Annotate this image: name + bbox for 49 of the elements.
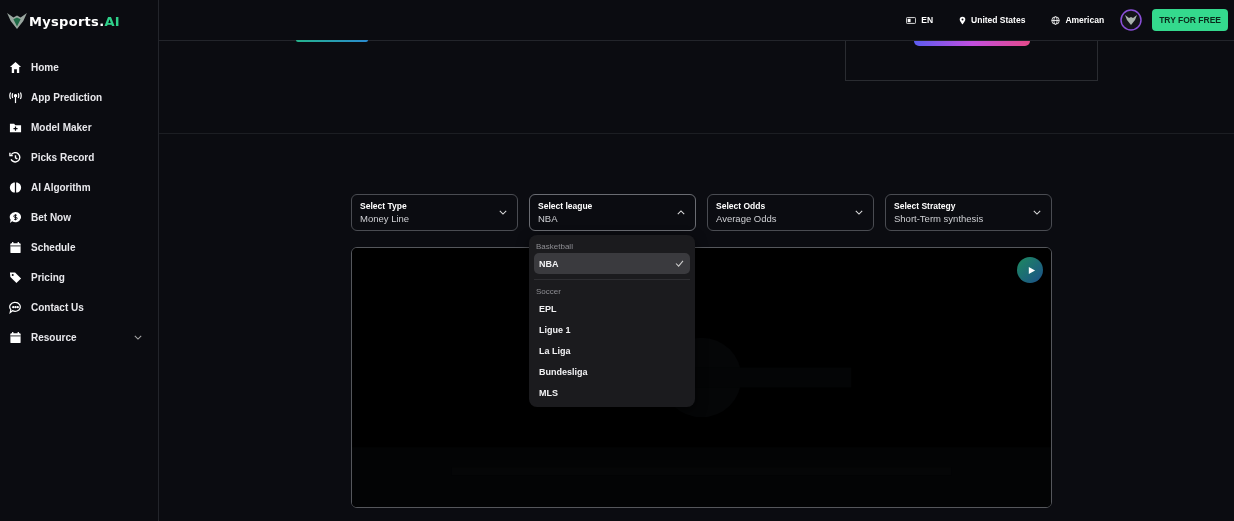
sidebar-item[interactable]: Home [0,52,158,82]
try-for-free-button[interactable]: TRY FOR FREE [1152,9,1228,31]
chevron-up-icon [677,210,685,215]
language-icon [906,16,917,24]
calendar-icon [9,330,22,344]
sidebar-item[interactable]: AI Algorithm [0,172,158,202]
sidebar-item[interactable]: Schedule [0,232,158,262]
region-selector[interactable]: United States [959,15,1026,25]
dropdown-option[interactable]: Bundesliga [534,361,690,382]
sidebar-item[interactable]: Resource [0,322,158,352]
dropdown-option[interactable]: La Liga [534,340,690,361]
sidebar-item[interactable]: Contact Us [0,292,158,322]
sidebar-item[interactable]: App Prediction [0,82,158,112]
history-icon [9,150,22,164]
chevron-down-icon [1033,210,1041,215]
dropdown-option[interactable]: EPL [534,298,690,319]
select-field[interactable]: Select Strategy Short-Term synthesis [885,194,1052,231]
tag-icon [9,270,22,284]
odds-format-selector[interactable]: American [1051,15,1105,25]
chat-dollar-icon [9,210,22,224]
tab-underline [296,40,368,42]
play-icon [1026,265,1036,275]
globe-icon [1051,15,1061,25]
group-heading: Basketball [535,241,574,253]
sidebar-item[interactable]: Model Maker [0,112,158,142]
select-field[interactable]: Select Type Money Line [351,194,518,231]
gradient-button[interactable] [913,41,1030,46]
logo-icon [6,12,28,30]
chevron-down-icon [855,210,863,215]
dropdown-option[interactable]: Ligue 1 [534,319,690,340]
chat-icon [9,300,22,314]
brand-name[interactable]: Mysports.AI [29,13,120,29]
sidebar-item[interactable]: Pricing [0,262,158,292]
sidebar-item[interactable]: Picks Record [0,142,158,172]
calendar-icon [9,240,22,254]
sidebar-item[interactable]: Bet Now [0,202,158,232]
home-icon [9,60,22,74]
antenna-icon [9,90,22,104]
dropdown-option[interactable]: MLS [534,382,690,403]
brain-icon [9,180,22,194]
avatar[interactable] [1120,9,1143,31]
check-icon [675,260,684,267]
dropdown-option[interactable]: NBA [534,253,690,274]
group-heading: Soccer [535,286,562,298]
select-field[interactable]: Select Odds Average Odds [707,194,874,231]
chevron-down-icon [499,210,507,215]
select-field[interactable]: Select league NBA [529,194,696,231]
language-selector[interactable]: EN [906,15,934,25]
location-pin-icon [959,15,967,25]
